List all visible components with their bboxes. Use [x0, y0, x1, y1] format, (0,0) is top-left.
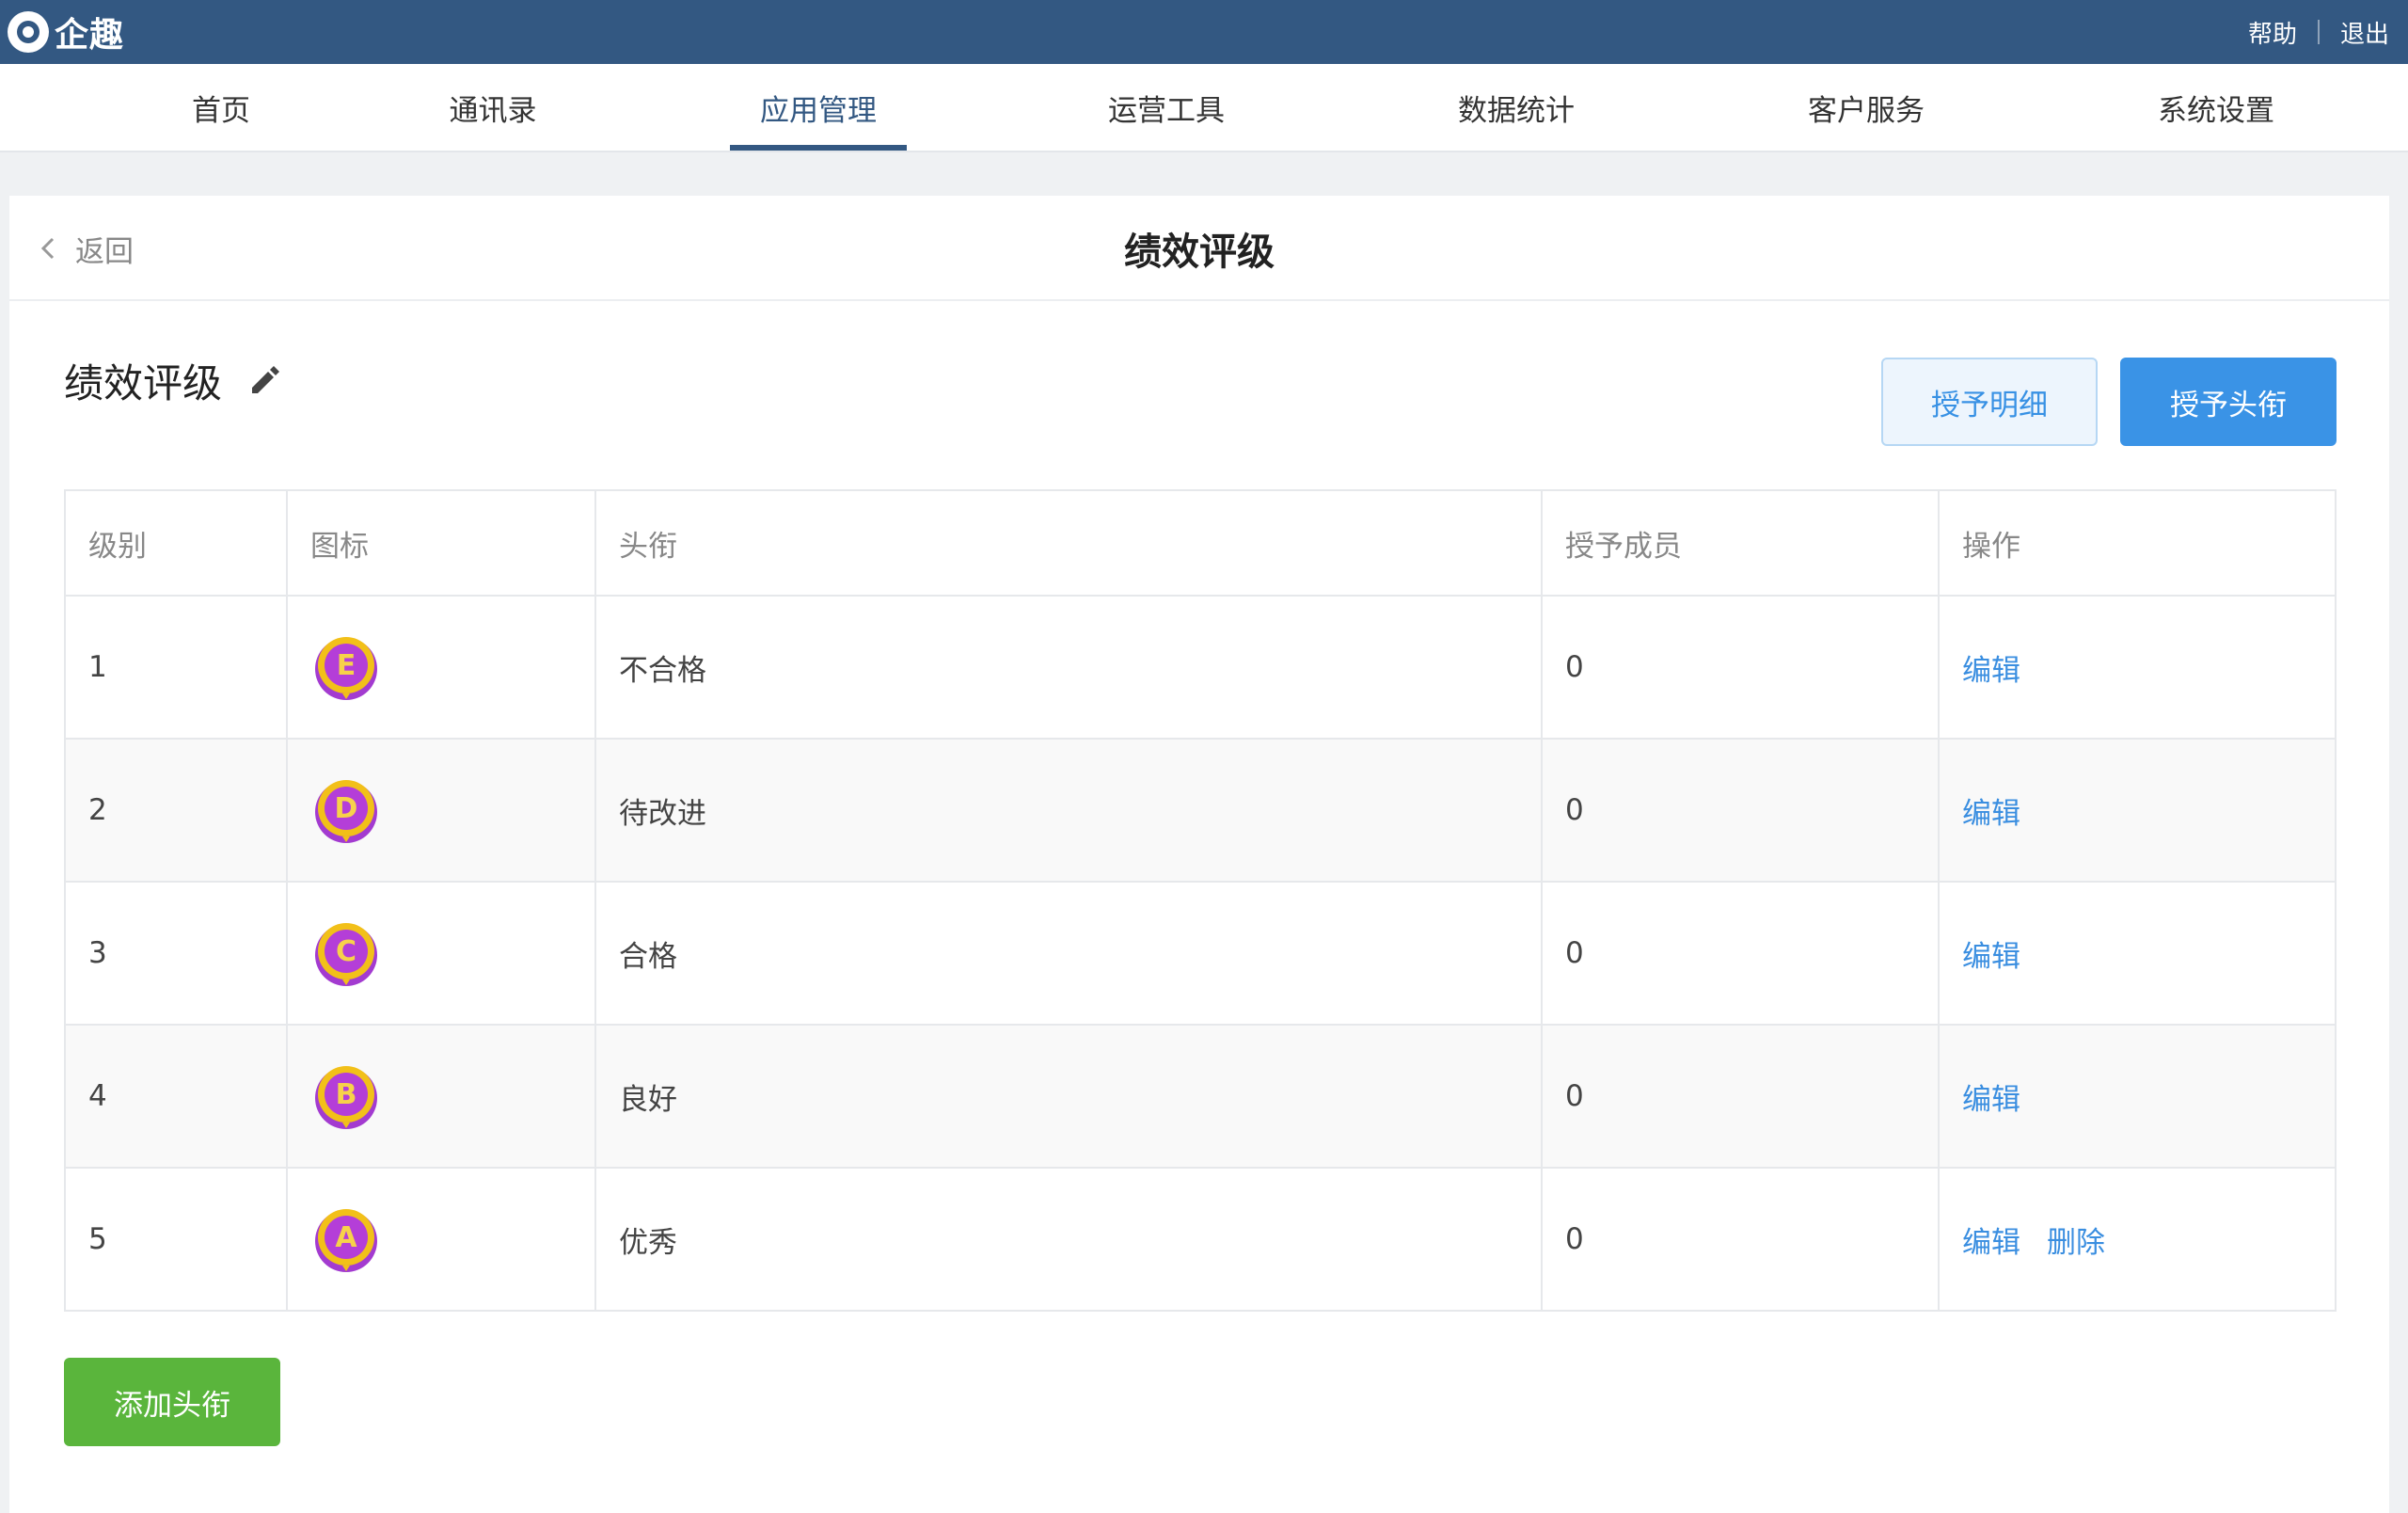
- members-cell: 0: [1541, 740, 1938, 881]
- actions-cell: 编辑 删除: [1938, 1169, 2335, 1310]
- title-cell: 优秀: [594, 1169, 1541, 1310]
- nav-contacts[interactable]: 通讯录: [438, 64, 547, 151]
- column-header-level: 级别: [88, 529, 147, 564]
- level-cell: 1: [88, 650, 107, 684]
- column-header-actions: 操作: [1938, 491, 2335, 595]
- section-header: 绩效评级: [64, 354, 282, 406]
- level-cell: 5: [88, 1222, 107, 1256]
- table-header-row: 级别 图标 头衔 授予成员 操作: [66, 491, 2335, 595]
- edit-link[interactable]: 编辑: [1962, 1075, 2020, 1118]
- nav-customer-service[interactable]: 客户服务: [1791, 64, 1941, 151]
- icon-cell: C: [286, 883, 594, 1024]
- svg-text:A: A: [335, 1221, 357, 1254]
- grade-b-badge-icon: B: [315, 1066, 377, 1129]
- level-cell: 3: [88, 936, 107, 970]
- edit-link[interactable]: 编辑: [1962, 789, 2020, 832]
- svg-text:C: C: [336, 935, 356, 968]
- members-cell: 0: [1541, 1169, 1938, 1310]
- icon-cell: B: [286, 1026, 594, 1167]
- grant-detail-button[interactable]: 授予明细: [1881, 358, 2098, 446]
- edit-pencil-icon[interactable]: [245, 361, 282, 399]
- add-title-button[interactable]: 添加头衔: [64, 1358, 280, 1446]
- grade-e-badge-icon: E: [315, 637, 377, 700]
- title-cell: 待改进: [594, 740, 1541, 881]
- back-label: 返回: [75, 234, 134, 269]
- divider: [2317, 20, 2320, 44]
- level-cell: 4: [88, 1079, 107, 1113]
- level-cell: 2: [88, 793, 107, 827]
- top-right-links: 帮助 退出: [2248, 15, 2389, 50]
- logo-icon: [8, 11, 49, 53]
- table-row: 5 A 优秀 0 编辑 删除: [66, 1167, 2335, 1310]
- section-title: 绩效评级: [64, 359, 223, 406]
- icon-cell: D: [286, 740, 594, 881]
- nav-home[interactable]: 首页: [169, 64, 273, 151]
- column-header-title: 头衔: [594, 491, 1541, 595]
- content-card: 绩效评级 返回 绩效评级 授予明细 授予头衔 级别 图标 头衔 授予成员 操作 …: [9, 196, 2389, 1513]
- app-name: 企趣: [55, 16, 125, 55]
- table-row: 3 C 合格 0 编辑: [66, 881, 2335, 1024]
- help-link[interactable]: 帮助: [2248, 15, 2297, 50]
- column-header-icon: 图标: [286, 491, 594, 595]
- edit-link[interactable]: 编辑: [1962, 1218, 2020, 1261]
- table-row: 4 B 良好 0 编辑: [66, 1024, 2335, 1167]
- edit-link[interactable]: 编辑: [1962, 646, 2020, 689]
- back-button[interactable]: 返回: [38, 196, 134, 301]
- card-header: 绩效评级 返回: [9, 196, 2389, 301]
- titles-table: 级别 图标 头衔 授予成员 操作 1 E 不合格 0 编辑 2 D 待改进 0 …: [64, 489, 2337, 1312]
- title-cell: 不合格: [594, 597, 1541, 738]
- page-title: 绩效评级: [1124, 231, 1275, 274]
- actions-cell: 编辑: [1938, 597, 2335, 738]
- svg-text:B: B: [336, 1078, 357, 1111]
- actions-cell: 编辑: [1938, 1026, 2335, 1167]
- members-cell: 0: [1541, 1026, 1938, 1167]
- icon-cell: A: [286, 1169, 594, 1310]
- nav-operation-tools[interactable]: 运营工具: [1091, 64, 1242, 151]
- edit-link[interactable]: 编辑: [1962, 932, 2020, 975]
- top-bar: 企趣 帮助 退出: [0, 0, 2408, 64]
- nav-data-statistics[interactable]: 数据统计: [1441, 64, 1592, 151]
- main-nav: 首页 通讯录 应用管理 运营工具 数据统计 客户服务 系统设置: [0, 64, 2408, 152]
- title-cell: 良好: [594, 1026, 1541, 1167]
- svg-text:E: E: [337, 649, 356, 682]
- logout-link[interactable]: 退出: [2340, 15, 2389, 50]
- grade-a-badge-icon: A: [315, 1209, 377, 1272]
- grade-d-badge-icon: D: [315, 780, 377, 843]
- nav-system-settings[interactable]: 系统设置: [2141, 64, 2291, 151]
- title-cell: 合格: [594, 883, 1541, 1024]
- members-cell: 0: [1541, 597, 1938, 738]
- actions-cell: 编辑: [1938, 883, 2335, 1024]
- table-row: 1 E 不合格 0 编辑: [66, 595, 2335, 738]
- brand[interactable]: 企趣: [8, 8, 124, 56]
- chevron-left-icon: [40, 237, 55, 260]
- svg-text:D: D: [335, 792, 358, 825]
- members-cell: 0: [1541, 883, 1938, 1024]
- delete-link[interactable]: 删除: [2047, 1218, 2105, 1261]
- nav-app-management[interactable]: 应用管理: [730, 64, 907, 151]
- table-row: 2 D 待改进 0 编辑: [66, 738, 2335, 881]
- column-header-members: 授予成员: [1541, 491, 1938, 595]
- icon-cell: E: [286, 597, 594, 738]
- grant-title-button[interactable]: 授予头衔: [2120, 358, 2337, 446]
- grade-c-badge-icon: C: [315, 923, 377, 986]
- actions-cell: 编辑: [1938, 740, 2335, 881]
